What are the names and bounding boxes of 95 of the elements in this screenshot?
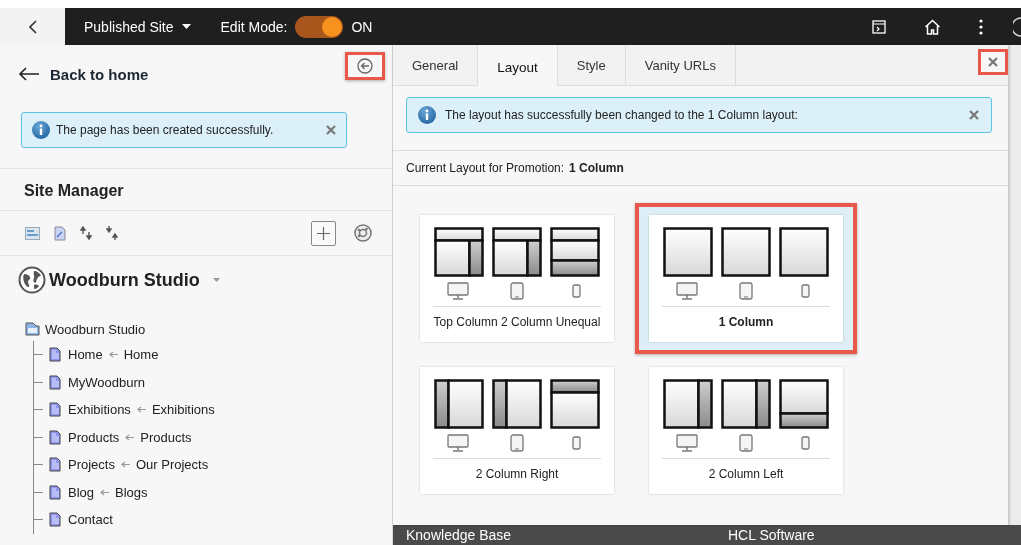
edit-mode-toggle[interactable] (295, 15, 344, 38)
layout-thumbnail (721, 226, 771, 277)
tree-item[interactable]: MyWoodburn (68, 374, 146, 390)
chevron-left-icon (28, 19, 37, 34)
layout-thumbnail (663, 226, 713, 277)
layout-name: 1 Column (718, 314, 774, 329)
current-layout-value: 1 Column (569, 161, 624, 175)
page-icon[interactable] (54, 225, 66, 241)
arrow-left-icon (120, 461, 130, 469)
caret-icon (181, 24, 191, 29)
page-icon (49, 484, 61, 500)
monitor-icon (447, 434, 469, 452)
layout-thumbnail (779, 379, 829, 429)
monitor-icon (676, 281, 698, 300)
tablet-icon (739, 434, 753, 452)
tree-item[interactable]: Blog (68, 484, 95, 500)
toggle-state-label: ON (351, 18, 373, 35)
layout-thumbnail (550, 226, 600, 277)
monitor-icon (676, 434, 698, 452)
layout-thumbnail (663, 379, 713, 429)
back-to-home-link[interactable]: Back to home (18, 65, 149, 83)
layout-name: Top Column 2 Column Unequal (433, 314, 601, 329)
layout-option[interactable]: 1 Column (649, 214, 843, 342)
collapse-icon[interactable] (106, 226, 118, 240)
layout-thumbnail (434, 379, 484, 429)
page-list-icon[interactable] (25, 226, 40, 240)
collapse-button[interactable] (345, 52, 385, 80)
globe-icon (18, 266, 46, 294)
tree-item[interactable]: Home (68, 347, 103, 363)
info-icon (418, 106, 436, 124)
tree-item[interactable]: Exhibitions (68, 402, 131, 418)
link-target-label: Blogs (115, 484, 148, 500)
current-layout-label: Current Layout for Promotion: (406, 161, 565, 175)
phone-icon (571, 283, 581, 298)
tree-item[interactable]: Products (68, 429, 120, 445)
arrow-left-icon (125, 433, 135, 441)
site-name[interactable]: Woodburn Studio (49, 269, 200, 291)
phone-icon (800, 436, 810, 450)
caret-icon[interactable] (212, 278, 220, 282)
footer-link[interactable]: HCL Software (728, 527, 1021, 543)
footer-link[interactable]: Knowledge Base (406, 527, 728, 543)
link-target-label: Exhibitions (151, 402, 215, 418)
layout-option[interactable]: 2 Column Right (420, 367, 614, 494)
plus-icon (317, 226, 330, 240)
panel-title: Site Manager (0, 169, 392, 211)
arrow-left-icon (108, 351, 118, 359)
layout-thumbnail (492, 226, 542, 277)
arrow-left-icon (100, 488, 110, 496)
layout-thumbnail (550, 379, 600, 429)
layout-option[interactable]: Top Column 2 Column Unequal (420, 214, 614, 342)
panel-icon[interactable] (872, 19, 886, 34)
home-icon[interactable] (924, 18, 941, 35)
tree-item[interactable]: Woodburn Studio (45, 321, 146, 337)
tab[interactable]: Layout (478, 45, 558, 86)
link-target-label: Products (140, 429, 192, 445)
info-icon (32, 121, 50, 139)
arrow-left-icon (136, 406, 146, 414)
arrow-left-icon (18, 67, 40, 81)
page-icon (49, 374, 61, 390)
tree-item[interactable]: Projects (68, 457, 115, 473)
page-icon (49, 512, 61, 528)
monitor-icon (447, 281, 469, 300)
close-icon[interactable] (326, 125, 336, 135)
palette-icon[interactable] (354, 224, 372, 242)
page-icon (49, 402, 61, 418)
close-icon[interactable] (969, 110, 979, 120)
site-dropdown[interactable]: Published Site (84, 18, 191, 35)
alert-message: The layout has successfully been changed to the 1 Column layout: (445, 108, 799, 122)
layout-thumbnail (721, 379, 771, 429)
phone-icon (800, 283, 810, 298)
layout-thumbnail (779, 226, 829, 277)
more-menu-icon[interactable] (979, 18, 983, 35)
layout-name: 2 Column Left (708, 467, 784, 481)
link-target-label: Home (123, 347, 159, 363)
site-folder-icon (25, 322, 40, 336)
tablet-icon (510, 434, 524, 452)
page-icon (49, 429, 61, 445)
tablet-icon (739, 281, 753, 300)
tablet-icon (510, 281, 524, 300)
layout-thumbnail (492, 379, 542, 429)
phone-icon (571, 436, 581, 450)
page-icon (49, 457, 61, 473)
layout-thumbnail (434, 226, 484, 277)
add-button[interactable] (311, 220, 336, 246)
layout-name: 2 Column Right (475, 467, 559, 481)
link-target-label: Our Projects (135, 457, 209, 473)
close-button[interactable] (978, 49, 1008, 75)
circle-arrow-left-icon (357, 58, 373, 74)
alert-message: The page has been created successfully. (56, 123, 275, 137)
page-icon (49, 347, 61, 363)
tree-item[interactable]: Contact (68, 512, 113, 528)
layout-option[interactable]: 2 Column Left (649, 367, 843, 494)
edit-mode-label: Edit Mode: (220, 18, 288, 35)
close-icon (988, 57, 998, 67)
expand-icon[interactable] (80, 226, 92, 240)
